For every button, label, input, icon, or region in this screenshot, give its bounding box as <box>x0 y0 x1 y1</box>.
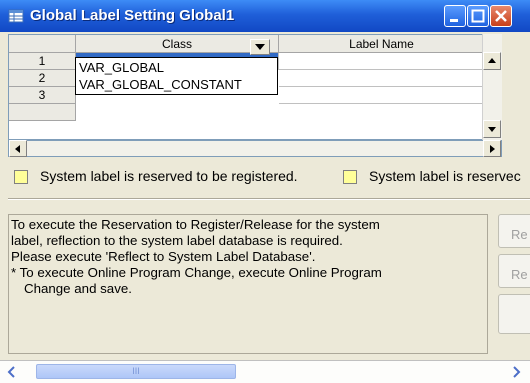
message-line: label, reflection to the system label da… <box>11 233 343 248</box>
message-text: To execute the Reservation to Register/R… <box>11 217 382 297</box>
arrow-left-icon[interactable] <box>6 366 18 378</box>
minimize-button[interactable] <box>444 5 466 27</box>
legend-swatch <box>343 170 357 184</box>
window-title: Global Label Setting Global1 <box>30 7 235 24</box>
grid-horizontal-scrollbar[interactable] <box>8 140 502 157</box>
reserve-release-button[interactable]: Re <box>498 254 530 288</box>
message-line: To execute the Reservation to Register/R… <box>11 217 380 232</box>
label-name-cell[interactable] <box>279 70 485 87</box>
title-bar[interactable]: Global Label Setting Global1 <box>0 0 530 32</box>
arrow-left-icon <box>15 145 20 153</box>
reserve-register-button[interactable]: Re <box>498 214 530 248</box>
legend-text-reserved-register: System label is reserved to be registere… <box>40 168 298 184</box>
message-panel: To execute the Reservation to Register/R… <box>8 214 488 354</box>
bottom-horizontal-scrollbar[interactable]: III <box>0 360 530 383</box>
table-icon <box>8 9 24 23</box>
close-icon <box>495 10 507 22</box>
dropdown-option-var-global-constant[interactable]: VAR_GLOBAL_CONSTANT <box>79 77 242 92</box>
scroll-right-button[interactable] <box>483 140 501 157</box>
row-number[interactable]: 1 <box>9 53 76 70</box>
message-line: Please execute 'Reflect to System Label … <box>11 249 316 264</box>
label-name-column-header[interactable]: Label Name <box>279 35 485 53</box>
message-line: * To execute Online Program Change, exec… <box>11 265 382 280</box>
maximize-button[interactable] <box>467 5 489 27</box>
arrow-up-icon <box>488 58 496 63</box>
scroll-left-button[interactable] <box>9 140 27 157</box>
legend-swatch <box>14 170 28 184</box>
grid-vertical-scrollbar[interactable] <box>482 34 502 140</box>
scroll-down-button[interactable] <box>483 120 501 138</box>
class-dropdown-button[interactable] <box>250 39 270 55</box>
arrow-down-icon <box>488 127 496 132</box>
minimize-icon <box>450 19 458 22</box>
label-name-cell[interactable] <box>279 53 485 70</box>
maximize-icon <box>471 9 485 23</box>
message-line: Change and save. <box>24 281 132 296</box>
row-number <box>9 104 76 121</box>
scroll-thumb[interactable]: III <box>36 364 236 379</box>
side-button[interactable] <box>498 294 530 334</box>
global-label-setting-window: Global Label Setting Global1 Class Label… <box>0 0 530 383</box>
chevron-down-icon <box>255 44 265 50</box>
class-column-header[interactable]: Class <box>76 35 279 53</box>
close-button[interactable] <box>490 5 512 27</box>
legend-text-reserved-release: System label is reservec <box>369 168 521 184</box>
row-number[interactable]: 3 <box>9 87 76 104</box>
class-dropdown-list[interactable]: VAR_GLOBAL VAR_GLOBAL_CONSTANT <box>75 57 278 95</box>
divider <box>8 198 530 200</box>
row-number[interactable]: 2 <box>9 70 76 87</box>
label-name-cell[interactable] <box>279 87 485 104</box>
dropdown-option-var-global[interactable]: VAR_GLOBAL <box>79 60 164 75</box>
scroll-up-button[interactable] <box>483 52 501 70</box>
arrow-right-icon <box>490 145 495 153</box>
arrow-right-icon[interactable] <box>510 366 522 378</box>
grid-corner-header <box>9 35 76 53</box>
